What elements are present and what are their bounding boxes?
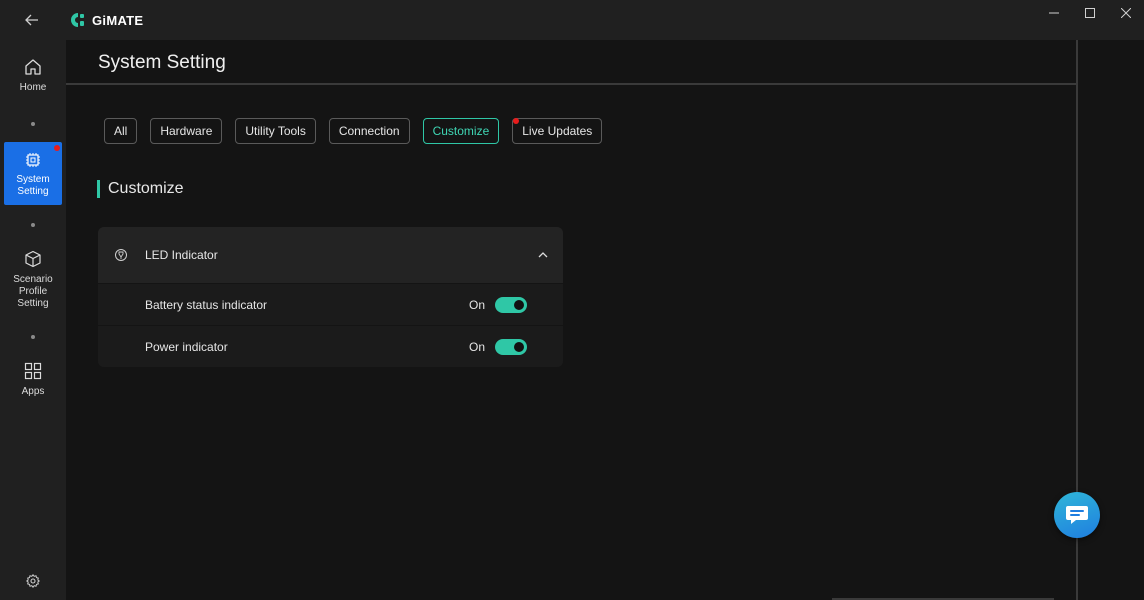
chat-icon (1066, 506, 1088, 524)
chip-icon (26, 153, 40, 167)
tab-connection[interactable]: Connection (328, 118, 410, 144)
sidebar-item-label: Scenario Profile Setting (13, 274, 53, 309)
page-header: System Setting (66, 40, 1078, 85)
nav-separator-dot (31, 122, 35, 126)
maximize-icon (1085, 8, 1095, 18)
title-bar: GiMATE (0, 0, 1144, 40)
nav-separator-dot (31, 223, 35, 227)
sidebar-item-home[interactable]: Home (4, 58, 62, 100)
window-controls (1036, 0, 1144, 28)
nav-separator-dot (31, 335, 35, 339)
tab-hardware[interactable]: Hardware (150, 118, 223, 144)
sidebar-item-system-setting[interactable]: System Setting (4, 142, 62, 205)
setting-label: Power indicator (145, 339, 228, 354)
main-content: System Setting All Hardware Utility Tool… (66, 40, 1078, 600)
tab-label: Live Updates (522, 124, 593, 138)
grid-icon (24, 362, 42, 380)
cube-icon (25, 250, 41, 268)
home-icon (25, 59, 41, 75)
brand: GiMATE (70, 12, 143, 28)
back-arrow-icon (25, 14, 38, 26)
settings-button[interactable] (25, 573, 41, 593)
minimize-button[interactable] (1036, 0, 1072, 26)
sidebar-item-label: Apps (21, 386, 45, 397)
led-indicator-header[interactable]: LED Indicator (98, 227, 563, 283)
toggle-knob (514, 299, 524, 310)
setting-label: Battery status indicator (145, 297, 268, 312)
gimate-logo-icon (71, 13, 84, 27)
led-indicator-panel: LED Indicator Battery status indicator O… (98, 227, 563, 367)
section-title: Customize (97, 180, 184, 198)
notification-badge (54, 145, 60, 151)
close-button[interactable] (1108, 0, 1144, 26)
page-title: System Setting (98, 52, 226, 73)
toggle-knob (514, 341, 524, 352)
back-button[interactable] (20, 10, 44, 30)
tab-utility-tools[interactable]: Utility Tools (235, 118, 316, 144)
sidebar-item-label: Home (19, 82, 47, 93)
tab-all[interactable]: All (104, 118, 138, 144)
app-name: GiMATE (92, 12, 144, 28)
list-item: Battery status indicator On (98, 283, 563, 325)
close-icon (1121, 8, 1131, 18)
sidebar-item-label: System Setting (16, 174, 50, 197)
tab-live-updates[interactable]: Live Updates (512, 118, 603, 144)
tab-customize[interactable]: Customize (422, 118, 500, 144)
toggle-state-text: On (469, 339, 486, 354)
sidebar-item-scenario-profile-setting[interactable]: Scenario Profile Setting (4, 250, 62, 312)
chat-button[interactable] (1054, 492, 1100, 538)
minimize-icon (1049, 12, 1059, 14)
toggle-state-text: On (469, 297, 486, 312)
update-badge (513, 118, 520, 124)
battery-status-indicator-toggle[interactable] (495, 296, 527, 313)
sidebar-item-apps[interactable]: Apps (4, 362, 62, 402)
maximize-button[interactable] (1072, 0, 1108, 26)
chevron-up-icon[interactable] (537, 249, 549, 261)
sidebar: Home System Setting Scenario Profile Set… (0, 40, 66, 600)
power-indicator-toggle[interactable] (495, 338, 527, 355)
tab-bar: All Hardware Utility Tools Connection Cu… (104, 118, 603, 144)
led-icon (115, 249, 127, 261)
panel-title: LED Indicator (145, 248, 218, 262)
gear-icon (25, 573, 41, 589)
list-item: Power indicator On (98, 325, 563, 367)
